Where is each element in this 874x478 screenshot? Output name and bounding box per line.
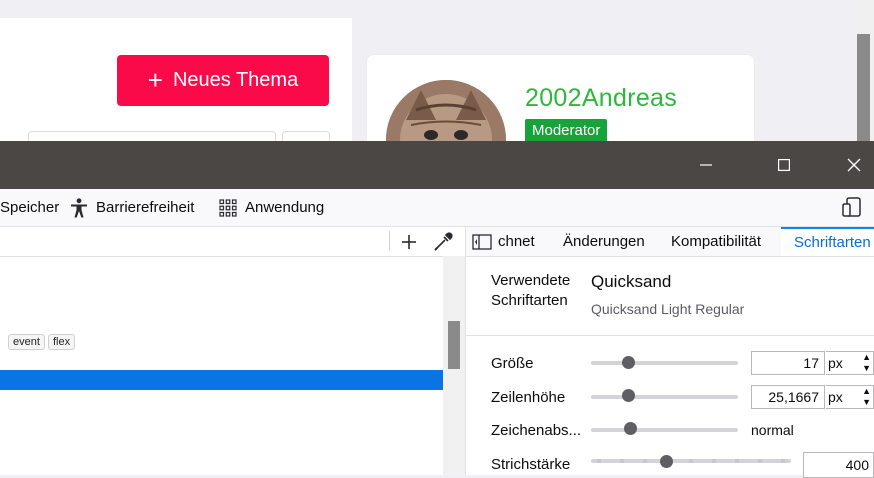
line-height-input[interactable]: 25,1667 xyxy=(751,385,825,409)
line-height-slider[interactable] xyxy=(591,395,738,399)
username[interactable]: 2002Andreas xyxy=(525,84,677,113)
slider-tick xyxy=(689,459,693,463)
font-weight-input[interactable]: 400 xyxy=(803,452,874,478)
slider-tick xyxy=(620,459,624,463)
tab-anwendung[interactable]: Anwendung xyxy=(219,189,324,226)
selected-node-row[interactable] xyxy=(0,370,443,390)
tab-barrierefreiheit[interactable]: Barrierefreiheit xyxy=(70,189,194,226)
tab-schriftarten[interactable]: Schriftarten xyxy=(781,227,874,256)
size-slider[interactable] xyxy=(591,361,738,365)
plus-icon: + xyxy=(147,64,163,95)
slider-tick xyxy=(597,459,601,463)
tab-kompatibilitaet[interactable]: Kompatibilität xyxy=(671,227,761,256)
plus-icon xyxy=(402,234,416,249)
tab-layout[interactable]: chnet xyxy=(472,227,535,256)
grid-icon xyxy=(219,198,237,217)
devtools-titlebar xyxy=(0,141,874,189)
tab-speicher-label: Speicher xyxy=(0,199,60,216)
size-slider-thumb[interactable] xyxy=(622,356,635,369)
markup-view xyxy=(0,227,466,475)
new-topic-button[interactable]: + Neues Thema xyxy=(117,55,329,106)
size-unit-select[interactable]: px ▲ ▼ xyxy=(826,351,874,375)
flex-badge[interactable]: flex xyxy=(48,334,76,350)
size-input[interactable]: 17 xyxy=(751,351,825,375)
role-badge: Moderator xyxy=(525,119,608,143)
responsive-design-icon[interactable] xyxy=(841,196,863,218)
stepper-arrows-icon: ▲ ▼ xyxy=(862,352,871,373)
tab-barrierefreiheit-label: Barrierefreiheit xyxy=(96,199,195,216)
slider-tick xyxy=(758,459,762,463)
size-unit: px xyxy=(828,355,843,371)
layout-icon xyxy=(472,233,492,250)
size-label: Größe xyxy=(491,355,534,372)
markup-scroll-thumb[interactable] xyxy=(448,321,460,369)
letter-spacing-label: Zeichenabs... xyxy=(491,422,582,439)
font-weight-label: Strichstärke xyxy=(491,456,571,473)
tab-anwendung-label: Anwendung xyxy=(245,199,325,216)
divider xyxy=(466,335,874,336)
line-height-label: Zeilenhöhe xyxy=(491,389,566,406)
slider-tick xyxy=(643,459,647,463)
letter-spacing-value: normal xyxy=(751,422,794,438)
eyedropper-icon[interactable] xyxy=(432,231,454,253)
letter-spacing-slider[interactable] xyxy=(591,428,738,432)
close-window-button[interactable] xyxy=(834,141,874,189)
add-node-button[interactable] xyxy=(396,227,422,256)
font-family-name: Quicksand xyxy=(591,272,672,291)
close-icon xyxy=(847,158,861,172)
line-height-slider-thumb[interactable] xyxy=(622,389,635,402)
accessibility-icon xyxy=(71,197,87,217)
letter-spacing-slider-thumb[interactable] xyxy=(624,422,637,435)
slider-tick xyxy=(735,459,739,463)
font-variant-name: Quicksand Light Regular xyxy=(591,301,745,317)
slider-tick xyxy=(781,459,785,463)
minimize-button[interactable] xyxy=(677,141,735,189)
line-height-unit: px xyxy=(828,389,843,405)
used-fonts-label: Verwendete Schriftarten xyxy=(491,272,571,309)
stepper-arrows-icon: ▲ ▼ xyxy=(862,386,871,407)
new-topic-label: Neues Thema xyxy=(172,69,299,91)
tab-speicher[interactable]: Speicher xyxy=(0,189,59,226)
slider-tick xyxy=(712,459,716,463)
tab-layout-label: chnet xyxy=(498,233,535,250)
maximize-button[interactable] xyxy=(755,141,813,189)
page-scroll-thumb[interactable] xyxy=(857,34,870,141)
font-weight-slider-thumb[interactable] xyxy=(660,455,673,468)
line-height-unit-select[interactable]: px ▲ ▼ xyxy=(826,385,874,409)
event-badge[interactable]: event xyxy=(8,334,45,350)
tab-aenderungen[interactable]: Änderungen xyxy=(563,227,645,256)
minimize-icon xyxy=(700,164,712,166)
toolbar-separator xyxy=(389,231,390,251)
maximize-icon xyxy=(778,159,790,171)
